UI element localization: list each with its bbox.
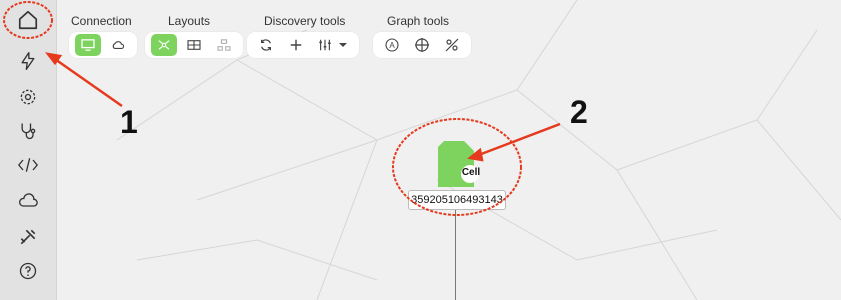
home-button[interactable]: [8, 5, 48, 35]
clear-selection-button[interactable]: [439, 34, 465, 56]
organic-layout-button[interactable]: [151, 34, 177, 56]
cloud-icon: [112, 41, 125, 49]
auto-layout-icon: A: [385, 38, 399, 52]
tools-icon: [20, 229, 36, 245]
diagnostics-button[interactable]: [8, 116, 48, 146]
table-icon: [187, 40, 201, 50]
chevron-down-icon: [339, 43, 347, 47]
code-icon: [17, 158, 39, 172]
annotation-number-1: 1: [120, 104, 138, 140]
annotation-number-2: 2: [570, 94, 588, 130]
auto-arrange-button[interactable]: A: [379, 34, 405, 56]
cell-device-icon: [438, 141, 479, 187]
node-label[interactable]: 359205106493143: [408, 190, 506, 210]
connection-label: Connection: [71, 14, 132, 28]
graph-tools-label: Graph tools: [387, 14, 450, 28]
graph-tools-toolbar: A: [373, 32, 471, 58]
sidebar: [0, 0, 57, 300]
connection-toolbar: [69, 32, 137, 58]
cloud-icon: [19, 193, 38, 207]
help-icon: [19, 262, 37, 280]
filter-dropdown[interactable]: [313, 34, 353, 56]
tools-button[interactable]: [8, 222, 48, 252]
layouts-toolbar: [145, 32, 243, 58]
hierarchy-layout-button[interactable]: [211, 34, 237, 56]
grid-layout-button[interactable]: [181, 34, 207, 56]
discovery-tools-label: Discovery tools: [264, 14, 346, 28]
help-button[interactable]: [8, 256, 48, 286]
hierarchy-icon: [217, 39, 231, 51]
gear-icon: [20, 89, 36, 105]
layouts-label: Layouts: [168, 14, 211, 28]
refresh-button[interactable]: [253, 34, 279, 56]
discovery-toolbar: [247, 32, 359, 58]
lightning-button[interactable]: [8, 46, 48, 76]
crosshair-icon: [415, 38, 429, 52]
settings-button[interactable]: [8, 82, 48, 112]
monitor-icon: [81, 39, 95, 51]
plus-icon: [290, 39, 302, 51]
desktop-connection-button[interactable]: [75, 34, 101, 56]
home-icon: [18, 10, 38, 30]
cell-node[interactable]: Cell: [434, 141, 482, 192]
cloud-connection-button[interactable]: [105, 34, 131, 56]
stethoscope-icon: [21, 123, 36, 140]
center-graph-button[interactable]: [409, 34, 435, 56]
sliders-icon: [319, 39, 331, 51]
code-button[interactable]: [8, 150, 48, 180]
add-button[interactable]: [283, 34, 309, 56]
clear-nodes-icon: [445, 38, 459, 52]
network-layout-icon: [158, 40, 170, 50]
node-type-badge: Cell: [461, 167, 481, 178]
lightning-icon: [21, 52, 35, 71]
svg-text:A: A: [389, 41, 395, 50]
refresh-icon: [261, 39, 271, 51]
cloud-button[interactable]: [8, 186, 48, 216]
graph-edge: [455, 210, 456, 300]
